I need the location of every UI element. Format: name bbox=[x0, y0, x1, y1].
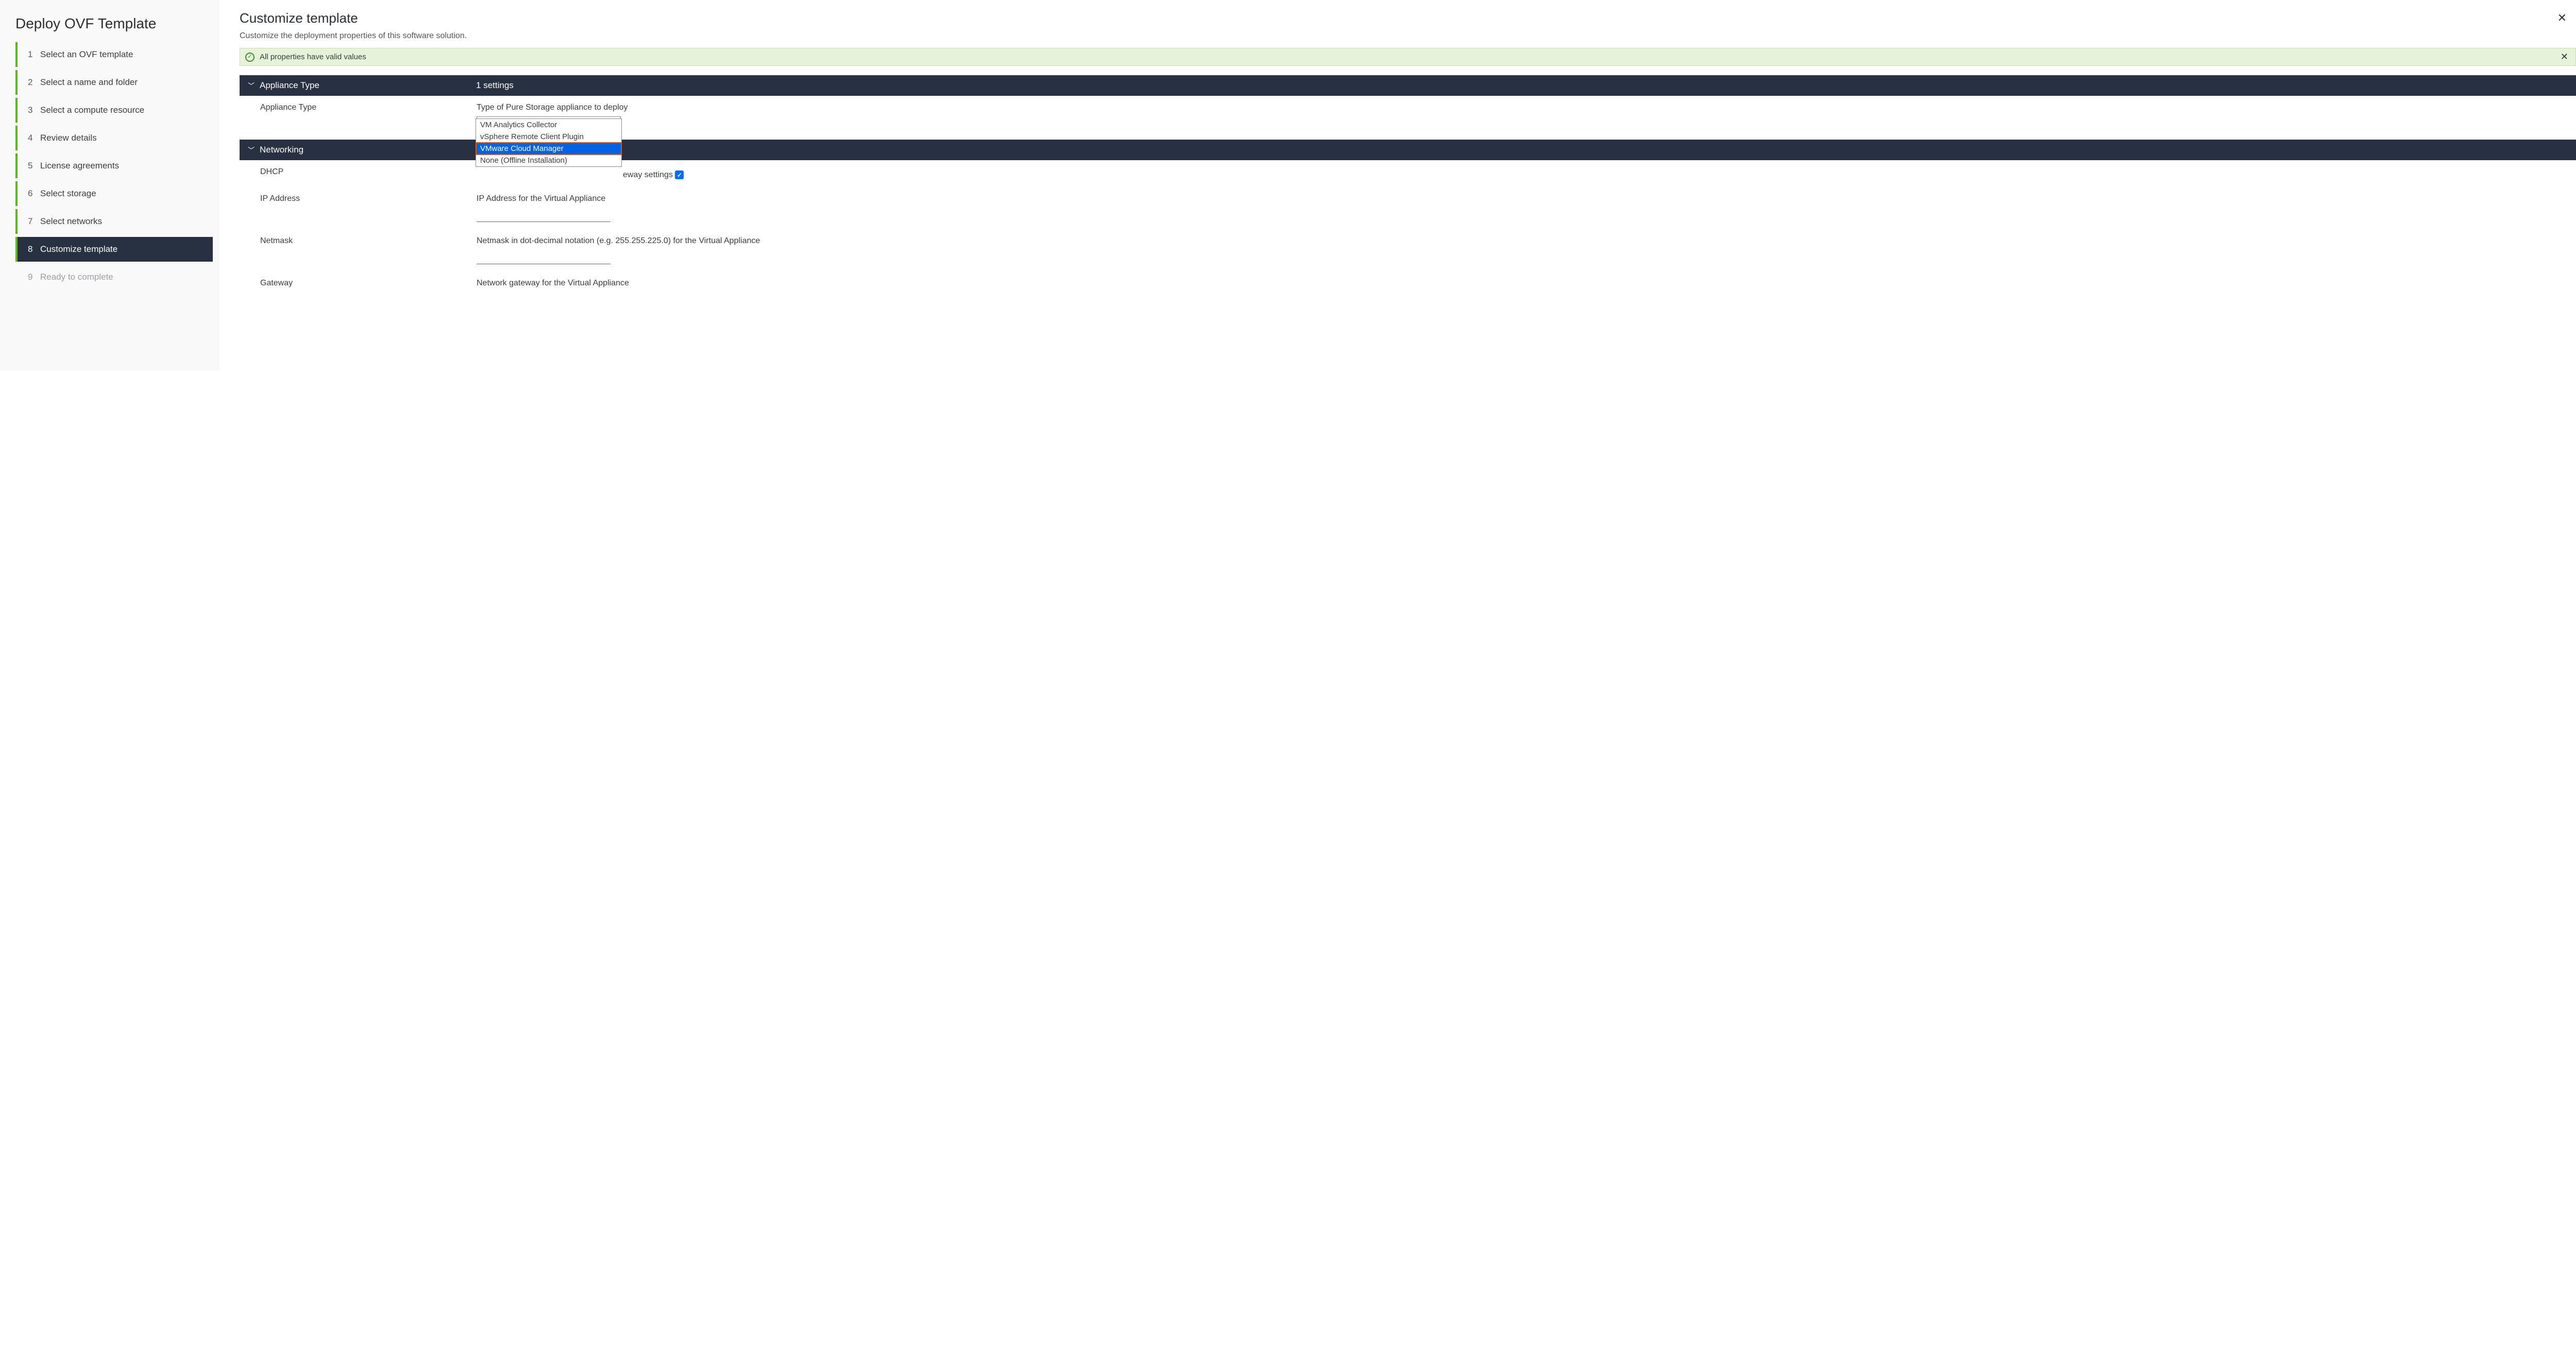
section-header-appliance-type[interactable]: ﹀ Appliance Type 1 settings bbox=[240, 75, 2576, 96]
step-label: Ready to complete bbox=[40, 272, 113, 282]
wizard-title: Deploy OVF Template bbox=[0, 10, 219, 42]
banner-text: All properties have valid values bbox=[260, 53, 366, 61]
step-label: Customize template bbox=[40, 244, 117, 254]
step-number: 4 bbox=[28, 133, 40, 143]
section-count: 1 settings bbox=[476, 80, 514, 91]
field-description-partial: eway settings bbox=[623, 170, 673, 179]
field-label: DHCP bbox=[260, 167, 477, 180]
field-description: Network gateway for the Virtual Applianc… bbox=[477, 279, 2568, 288]
chevron-down-icon: ﹀ bbox=[248, 145, 255, 155]
field-label: Gateway bbox=[260, 279, 477, 288]
close-icon[interactable]: ✕ bbox=[2557, 11, 2567, 25]
field-label: Netmask bbox=[260, 236, 477, 264]
step-number: 8 bbox=[28, 244, 40, 254]
step-number: 5 bbox=[28, 161, 40, 171]
row-ip-address: IP Address IP Address for the Virtual Ap… bbox=[240, 187, 2576, 229]
section-title: Networking bbox=[260, 145, 476, 155]
field-description: IP Address for the Virtual Appliance bbox=[477, 194, 2568, 203]
step-number: 2 bbox=[28, 77, 40, 88]
field-description: Type of Pure Storage appliance to deploy bbox=[477, 103, 2568, 112]
ip-address-input[interactable] bbox=[477, 209, 611, 222]
dhcp-checkbox[interactable]: ✓ bbox=[675, 170, 684, 179]
dropdown-option-selected[interactable]: VMware Cloud Manager bbox=[476, 143, 621, 155]
step-number: 1 bbox=[28, 49, 40, 60]
deploy-ovf-wizard: Deploy OVF Template 1 Select an OVF temp… bbox=[0, 0, 2576, 371]
step-select-name-folder[interactable]: 2 Select a name and folder bbox=[15, 70, 213, 95]
chevron-down-icon: ﹀ bbox=[248, 80, 255, 90]
field-label: IP Address bbox=[260, 194, 477, 222]
step-number: 3 bbox=[28, 105, 40, 115]
dropdown-option[interactable]: None (Offline Installation) bbox=[476, 155, 621, 166]
dropdown-option[interactable]: VM Analytics Collector bbox=[476, 119, 621, 131]
field-label: Appliance Type bbox=[260, 103, 477, 130]
step-label: Select an OVF template bbox=[40, 49, 133, 60]
netmask-input[interactable] bbox=[477, 251, 611, 264]
banner-close-icon[interactable]: ✕ bbox=[2558, 52, 2570, 62]
page-title: Customize template bbox=[240, 10, 2576, 26]
page-subtitle: Customize the deployment properties of t… bbox=[240, 31, 2576, 41]
step-label: Review details bbox=[40, 133, 97, 143]
step-ready-to-complete: 9 Ready to complete bbox=[15, 265, 213, 289]
validation-banner: ✓ All properties have valid values ✕ bbox=[240, 48, 2576, 66]
step-number: 7 bbox=[28, 216, 40, 227]
check-circle-icon: ✓ bbox=[245, 53, 255, 62]
row-gateway: Gateway Network gateway for the Virtual … bbox=[240, 271, 2576, 295]
step-label: Select a name and folder bbox=[40, 77, 138, 88]
step-select-networks[interactable]: 7 Select networks bbox=[15, 209, 213, 234]
field-description: Netmask in dot-decimal notation (e.g. 25… bbox=[477, 236, 2568, 246]
step-select-storage[interactable]: 6 Select storage bbox=[15, 181, 213, 206]
step-number: 9 bbox=[28, 272, 40, 282]
appliance-type-dropdown: VM Analytics Collector vSphere Remote Cl… bbox=[476, 118, 622, 167]
step-select-ovf-template[interactable]: 1 Select an OVF template bbox=[15, 42, 213, 67]
step-license-agreements[interactable]: 5 License agreements bbox=[15, 153, 213, 178]
step-review-details[interactable]: 4 Review details bbox=[15, 126, 213, 150]
wizard-main-pane: Customize template ✕ Customize the deplo… bbox=[219, 0, 2576, 371]
dropdown-option[interactable]: vSphere Remote Client Plugin bbox=[476, 131, 621, 143]
section-title: Appliance Type bbox=[260, 80, 476, 91]
step-customize-template[interactable]: 8 Customize template bbox=[15, 237, 213, 262]
step-label: Select a compute resource bbox=[40, 105, 144, 115]
step-select-compute-resource[interactable]: 3 Select a compute resource bbox=[15, 98, 213, 123]
step-number: 6 bbox=[28, 189, 40, 199]
step-label: Select networks bbox=[40, 216, 102, 227]
step-label: Select storage bbox=[40, 189, 96, 199]
row-appliance-type: Appliance Type Type of Pure Storage appl… bbox=[240, 96, 2576, 138]
step-label: License agreements bbox=[40, 161, 119, 171]
wizard-sidebar: Deploy OVF Template 1 Select an OVF temp… bbox=[0, 0, 219, 371]
row-netmask: Netmask Netmask in dot-decimal notation … bbox=[240, 229, 2576, 271]
wizard-steps: 1 Select an OVF template 2 Select a name… bbox=[15, 42, 213, 289]
